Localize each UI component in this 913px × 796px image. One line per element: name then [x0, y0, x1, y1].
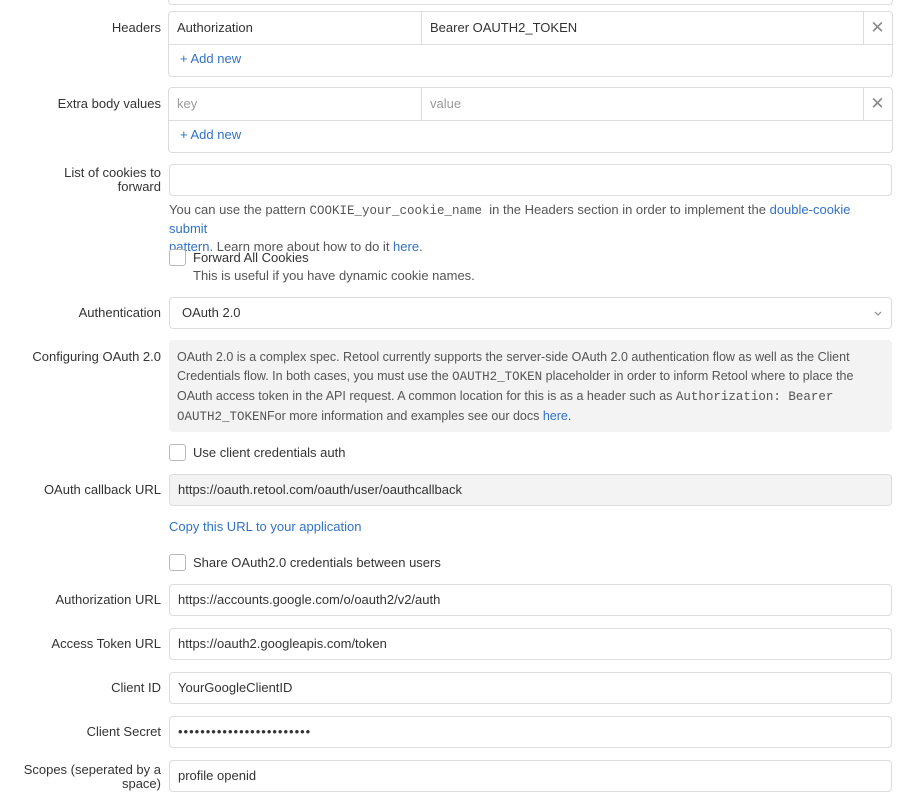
- oauth-info-line2-pre: Credentials flow. In both cases, you mus…: [177, 369, 453, 383]
- client-credentials-checkbox[interactable]: [169, 444, 186, 461]
- access-token-url-label: Access Token URL: [51, 636, 161, 651]
- extra-body-table: key value ✕ + Add new: [168, 87, 893, 153]
- scopes-input[interactable]: profile openid: [169, 760, 892, 792]
- cookies-label-line2: forward: [117, 179, 161, 194]
- oauth-info-line3-pre: OAuth access token in the API request. A…: [177, 389, 676, 403]
- cookies-help-text: You can use the pattern COOKIE_your_cook…: [169, 201, 889, 256]
- oauth-info-box: OAuth 2.0 is a complex spec. Retool curr…: [169, 340, 892, 432]
- client-secret-input[interactable]: ••••••••••••••••••••••••: [169, 716, 892, 748]
- scopes-label-line1: Scopes (seperated by a: [23, 762, 161, 777]
- extra-body-key-input[interactable]: key: [169, 88, 422, 120]
- oauth-info-line4-post: For more information and examples see ou…: [267, 409, 543, 423]
- close-icon[interactable]: ✕: [863, 12, 892, 44]
- cookies-label-line1: List of cookies to: [64, 165, 161, 180]
- scopes-label: Scopes (seperated by a space): [0, 763, 161, 791]
- extra-body-label: Extra body values: [57, 96, 161, 111]
- headers-table: Authorization Bearer OAUTH2_TOKEN ✕ + Ad…: [168, 11, 893, 77]
- copy-url-link[interactable]: Copy this URL to your application: [169, 519, 361, 534]
- chevron-down-icon: [873, 307, 883, 319]
- oauth-info-line4-end: .: [567, 409, 572, 423]
- authentication-selected: OAuth 2.0: [182, 305, 241, 320]
- client-id-input[interactable]: YourGoogleClientID: [169, 672, 892, 704]
- headers-label: Headers: [111, 20, 161, 35]
- forward-all-cookies-checkbox[interactable]: [169, 249, 186, 266]
- oauth-config-label: Configuring OAuth 2.0: [32, 349, 161, 364]
- cookies-help-pre: You can use the pattern: [169, 202, 310, 217]
- scopes-label-line2: space): [121, 776, 161, 791]
- forward-all-cookies-label: Forward All Cookies: [193, 250, 309, 265]
- oauth-info-line2-post: placeholder in order to inform Retool wh…: [542, 369, 854, 383]
- oauth-info-line3: OAuth access token in the API request. A…: [177, 387, 884, 407]
- extra-body-value-input[interactable]: value: [422, 88, 864, 120]
- client-secret-label: Client Secret: [86, 724, 161, 739]
- cookies-input[interactable]: [169, 164, 892, 196]
- cookies-help-code: COOKIE_your_cookie_name: [309, 204, 482, 218]
- oauth-info-line2-code: OAUTH2_TOKEN: [452, 370, 543, 384]
- previous-section-edge: [168, 0, 893, 5]
- cookies-label: List of cookies to forward: [0, 166, 161, 194]
- share-credentials-label: Share OAuth2.0 credentials between users: [193, 555, 441, 570]
- authentication-select[interactable]: OAuth 2.0: [169, 297, 892, 329]
- cookies-help-end: .: [419, 239, 423, 254]
- headers-row: Authorization Bearer OAUTH2_TOKEN ✕: [169, 12, 892, 45]
- oauth-info-line2: Credentials flow. In both cases, you mus…: [177, 367, 884, 387]
- cookies-help-mid: in the Headers section in order to imple…: [482, 202, 770, 217]
- oauth-docs-here-link[interactable]: here: [543, 409, 568, 423]
- header-key-input[interactable]: Authorization: [169, 12, 422, 44]
- authentication-label: Authentication: [78, 305, 161, 320]
- authorization-url-input[interactable]: https://accounts.google.com/o/oauth2/v2/…: [169, 584, 892, 616]
- extra-body-row: key value ✕: [169, 88, 892, 121]
- oauth-info-line4: OAUTH2_TOKENFor more information and exa…: [177, 407, 884, 427]
- callback-url-label: OAuth callback URL: [43, 482, 161, 497]
- oauth-info-line1: OAuth 2.0 is a complex spec. Retool curr…: [177, 350, 850, 364]
- extra-body-add-new-button[interactable]: + Add new: [180, 128, 241, 142]
- callback-url-field[interactable]: https://oauth.retool.com/oauth/user/oaut…: [169, 474, 892, 506]
- share-credentials-checkbox[interactable]: [169, 554, 186, 571]
- headers-add-new-button[interactable]: + Add new: [180, 52, 241, 66]
- authorization-url-label: Authorization URL: [55, 592, 162, 607]
- oauth-info-line3-code: Authorization: Bearer: [675, 390, 834, 404]
- cookies-here-link[interactable]: here: [393, 239, 419, 254]
- header-value-input[interactable]: Bearer OAUTH2_TOKEN: [422, 12, 864, 44]
- forward-all-cookies-help: This is useful if you have dynamic cooki…: [193, 268, 475, 283]
- access-token-url-input[interactable]: https://oauth2.googleapis.com/token: [169, 628, 892, 660]
- client-credentials-label: Use client credentials auth: [193, 445, 346, 460]
- close-icon[interactable]: ✕: [863, 88, 892, 120]
- client-id-label: Client ID: [111, 680, 161, 695]
- oauth-info-line4-code: OAUTH2_TOKEN: [177, 410, 268, 424]
